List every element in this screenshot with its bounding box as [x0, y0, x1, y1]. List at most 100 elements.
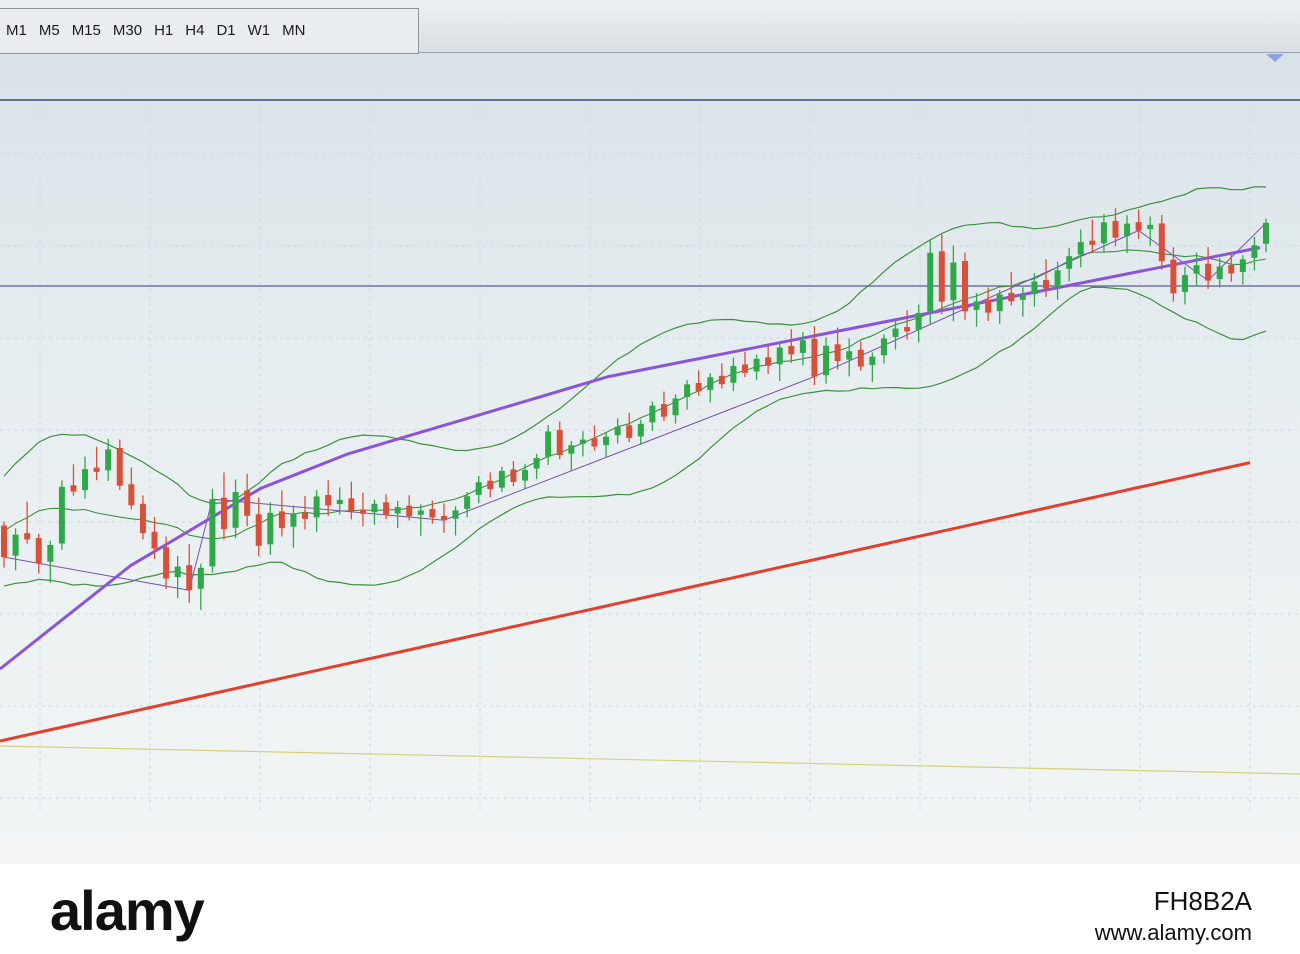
bollinger-lower [3, 286, 1267, 587]
scroll-marker-icon[interactable] [1266, 54, 1284, 62]
candle-bear [1112, 220, 1119, 238]
candle-bull [915, 313, 922, 330]
candle-bear [139, 503, 146, 534]
candle-bull [1077, 242, 1084, 255]
candle-bull [464, 496, 471, 509]
timeframe-d1-button[interactable]: D1 [210, 16, 241, 46]
candle-bull [452, 510, 459, 519]
candle-bull [290, 514, 297, 527]
timeframe-m5-button[interactable]: M5 [33, 16, 66, 46]
candle-bull [846, 351, 853, 360]
candle-bear [1089, 240, 1096, 245]
candle-bear [857, 349, 864, 367]
candle-bear [1008, 292, 1015, 302]
source-url: www.alamy.com [1094, 920, 1252, 945]
candle-bull [603, 436, 610, 446]
zigzag-line [3, 222, 1267, 591]
candle-bull [823, 345, 830, 376]
candle-bull [394, 507, 401, 514]
candle-bear [255, 514, 262, 546]
candlestick-series [1, 208, 1269, 610]
candle-bull [1216, 266, 1223, 280]
candle-bear [904, 327, 911, 332]
candle-bear [348, 498, 355, 511]
candle-bull [799, 340, 806, 353]
candle-bear [961, 260, 968, 312]
timeframe-w1-button[interactable]: W1 [242, 16, 277, 46]
candle-bear [1205, 263, 1212, 281]
candle-bear [1043, 280, 1050, 289]
candle-bear [151, 531, 158, 549]
candle-bear [116, 447, 123, 486]
candle-bull [82, 469, 89, 491]
candle-bear [244, 490, 251, 516]
candle-bear [591, 438, 598, 447]
candle-bear [93, 467, 100, 472]
candle-bear [1170, 259, 1177, 294]
candle-bull [996, 294, 1003, 312]
candle-bear [186, 565, 193, 591]
timeframe-h4-button[interactable]: H4 [179, 16, 210, 46]
candle-bear [302, 512, 309, 519]
candle-bull [209, 499, 216, 567]
candle-bull [684, 384, 691, 397]
candle-bull [105, 449, 112, 471]
candle-bull [649, 405, 656, 423]
candle-bear [1135, 222, 1142, 231]
candle-bear [163, 547, 170, 579]
moving-average-purple [0, 246, 1261, 671]
candle-bull [498, 470, 505, 488]
candle-bear [24, 533, 31, 540]
timeframe-toolbar: M1 M5 M15 M30 H1 H4 D1 W1 MN [0, 0, 1300, 54]
candle-bull [1124, 223, 1131, 237]
candle-bull [880, 338, 887, 356]
candle-bear [660, 404, 667, 417]
candle-bull [776, 347, 783, 365]
candle-bull [417, 510, 424, 515]
candle-bear [1158, 223, 1165, 262]
timeframe-h1-button[interactable]: H1 [148, 16, 179, 46]
candle-bull [174, 566, 181, 578]
candle-bull [869, 356, 876, 366]
candle-bull [1147, 224, 1154, 230]
candle-bull [475, 482, 482, 495]
candle-bull [1193, 265, 1200, 274]
timeframe-mn-button[interactable]: MN [276, 16, 311, 46]
candle-bear [429, 509, 436, 518]
timeframe-m1-button[interactable]: M1 [0, 16, 33, 46]
bollinger-middle [3, 249, 1267, 540]
candle-bear [626, 425, 633, 438]
candle-bull [1066, 256, 1073, 269]
candle-bear [278, 511, 285, 529]
alamy-logo: alamy [50, 879, 205, 942]
candle-bull [1263, 222, 1269, 244]
timeframe-m15-button[interactable]: M15 [66, 16, 107, 46]
candle-bull [47, 544, 54, 562]
candle-bull [1181, 275, 1188, 292]
candle-bull [12, 534, 19, 556]
candle-bear [985, 300, 992, 313]
ma-red-line [0, 461, 1251, 743]
candle-bull [58, 486, 65, 544]
candle-bear [440, 516, 447, 521]
candle-bear [35, 537, 42, 564]
candle-bear [383, 502, 390, 515]
timeframe-m30-button[interactable]: M30 [107, 16, 148, 46]
moving-average-red [0, 461, 1251, 743]
candle-bull [533, 458, 540, 469]
candle-bull [927, 252, 934, 312]
price-chart[interactable] [0, 52, 1300, 864]
candle-bull [568, 445, 575, 454]
candle-bear [811, 338, 818, 377]
candle-bear [788, 345, 795, 355]
candle-bull [1239, 259, 1246, 272]
watermark-footer: alamy FH8B2A www.alamy.com [0, 864, 1300, 954]
candle-bull [579, 439, 586, 444]
candle-bear [938, 251, 945, 302]
candle-bull [232, 492, 239, 528]
candle-bear [220, 497, 227, 530]
candle-bull [545, 431, 552, 457]
candle-bear [834, 344, 841, 362]
candle-bull [336, 499, 343, 505]
candle-bear [359, 509, 366, 514]
